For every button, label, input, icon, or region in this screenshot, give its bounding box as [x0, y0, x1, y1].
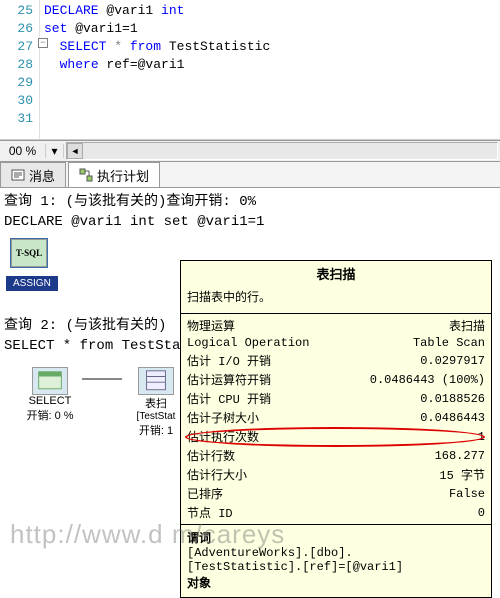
code-text: ref=@vari1	[99, 57, 185, 72]
prop-val: 表扫描	[340, 316, 491, 335]
line-number: 28	[0, 56, 33, 74]
plan-icon	[79, 168, 93, 182]
scroll-left-button[interactable]: ◄	[67, 143, 83, 159]
code-area[interactable]: − DECLARE @vari1 int set @vari1=1 SELECT…	[40, 0, 500, 139]
plan-sub: [TestStat	[127, 411, 185, 422]
code-editor[interactable]: 25 26 27 28 29 30 31 − DECLARE @vari1 in…	[0, 0, 500, 140]
messages-icon	[11, 168, 25, 182]
plan-arrow	[82, 378, 122, 380]
plan-node-assign[interactable]: ASSIGN	[6, 276, 58, 291]
prop-key: 估计行数	[181, 446, 340, 465]
line-number: 29	[0, 74, 33, 92]
prop-val: 0.0297917	[340, 351, 491, 370]
predicate-line: [AdventureWorks].[dbo].	[187, 546, 485, 560]
line-number: 27	[0, 38, 33, 56]
keyword: set	[44, 21, 67, 36]
plan-label: ASSIGN	[13, 278, 51, 289]
tooltip-title: 表扫描	[181, 261, 491, 286]
prop-val: 0	[340, 503, 491, 522]
prop-val: Table Scan	[340, 335, 491, 351]
line-number: 30	[0, 92, 33, 110]
tab-messages[interactable]: 消息	[0, 162, 66, 187]
line-number: 31	[0, 110, 33, 128]
prop-val: 0.0486443	[340, 408, 491, 427]
line-number: 25	[0, 2, 33, 20]
code-text: *	[106, 39, 129, 54]
code-text: @vari1	[99, 3, 161, 18]
keyword: int	[161, 3, 184, 18]
prop-key: 估计 I/O 开销	[181, 351, 340, 370]
line-number: 26	[0, 20, 33, 38]
query1-statement: DECLARE @vari1 int set @vari1=1	[0, 212, 500, 232]
fold-toggle[interactable]: −	[38, 38, 48, 48]
code-text: TestStatistic	[161, 39, 270, 54]
keyword: SELECT	[60, 39, 107, 54]
prop-val: 0.0188526	[340, 389, 491, 408]
prop-val: 0.0486443 (100%)	[340, 370, 491, 389]
query1-heading: 查询 1: (与该批有关的)查询开销: 0%	[0, 188, 500, 212]
code-text: @vari1=1	[67, 21, 137, 36]
tab-label: 消息	[29, 166, 55, 185]
prop-val: 1	[340, 427, 491, 446]
tab-execution-plan[interactable]: 执行计划	[68, 162, 160, 187]
plan-node-select[interactable]: SELECT 开销: 0 %	[20, 366, 80, 424]
prop-key: 估计运算符开销	[181, 370, 340, 389]
plan-cost: 开销: 1	[127, 422, 185, 438]
zoom-dropdown[interactable]: ▾	[46, 144, 64, 158]
keyword: DECLARE	[44, 3, 99, 18]
tab-label: 执行计划	[97, 166, 149, 185]
prop-val: 168.277	[340, 446, 491, 465]
prop-val: 15 字节	[340, 465, 491, 484]
operator-tooltip: 表扫描 扫描表中的行。 物理运算表扫描 Logical OperationTab…	[180, 260, 492, 598]
prop-key: 已排序	[181, 484, 340, 503]
plan-node-tsql[interactable]: T-SQL	[10, 238, 48, 268]
prop-val: False	[340, 484, 491, 503]
prop-key: 估计行大小	[181, 465, 340, 484]
prop-key: 物理运算	[181, 316, 340, 335]
keyword: where	[60, 57, 99, 72]
tooltip-desc: 扫描表中的行。	[181, 286, 491, 311]
prop-key: 估计 CPU 开销	[181, 389, 340, 408]
zoom-value[interactable]: 00 %	[0, 144, 46, 158]
prop-key: 估计子树大小	[181, 408, 340, 427]
plan-node-tablescan[interactable]: 表扫 [TestStat 开销: 1	[126, 366, 186, 439]
prop-key: 节点 ID	[181, 503, 340, 522]
plan-label: 表扫	[127, 395, 185, 411]
line-gutter: 25 26 27 28 29 30 31	[0, 0, 40, 139]
select-icon	[32, 367, 68, 395]
tooltip-properties: 物理运算表扫描 Logical OperationTable Scan 估计 I…	[181, 316, 491, 522]
tsql-icon: T-SQL	[11, 239, 47, 267]
keyword: from	[130, 39, 161, 54]
prop-key: 估计执行次数	[181, 427, 340, 446]
prop-key: Logical Operation	[181, 335, 340, 351]
horizontal-scrollbar[interactable]: ◄	[66, 142, 498, 160]
results-tabs: 消息 执行计划	[0, 162, 500, 188]
table-scan-icon	[138, 367, 174, 395]
object-label: 对象	[187, 574, 485, 591]
predicate-label: 谓词	[187, 529, 485, 546]
plan-cost: 开销: 0 %	[21, 407, 79, 423]
plan-label: SELECT	[21, 395, 79, 407]
predicate-line: [TestStatistic].[ref]=[@vari1]	[187, 560, 485, 574]
zoom-bar: 00 % ▾ ◄	[0, 140, 500, 162]
